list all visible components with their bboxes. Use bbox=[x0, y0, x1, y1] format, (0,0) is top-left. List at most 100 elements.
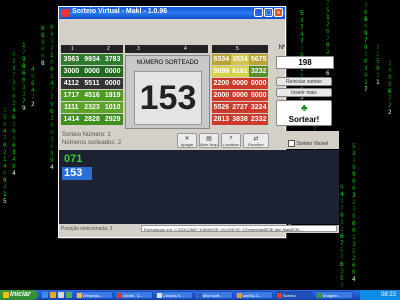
add-participants-button[interactable]: Inserir mais participantes bbox=[276, 88, 332, 105]
media-quicklaunch-icon[interactable] bbox=[66, 292, 72, 298]
taskbar: Iniciar Windows... Gmail - C... Cristina S… bbox=[0, 290, 400, 300]
grid-cell[interactable]: 6161 bbox=[230, 66, 250, 77]
grid-cell[interactable]: 9934 bbox=[81, 54, 103, 65]
grid-cell[interactable]: 3224 bbox=[249, 102, 269, 113]
grid-cell[interactable]: 1414 bbox=[61, 114, 82, 125]
matrix-glyph: 0 bbox=[364, 23, 368, 30]
drawn-number-label: NÚMERO SORTEADO bbox=[136, 60, 199, 66]
ie-quicklaunch-icon[interactable] bbox=[42, 292, 48, 298]
grid-cell[interactable]: 3232 bbox=[249, 66, 269, 77]
matrix-glyph: 3 bbox=[12, 149, 16, 156]
start-button[interactable]: Iniciar bbox=[0, 290, 38, 300]
grid-cell[interactable]: 0000 bbox=[102, 78, 124, 89]
taskbar-button[interactable]: Gmail - C... bbox=[115, 291, 153, 299]
minimize-button[interactable]: _ bbox=[254, 8, 263, 17]
grid-cell[interactable]: 2332 bbox=[249, 114, 269, 125]
grid-cell[interactable]: 3563 bbox=[61, 54, 82, 65]
matrix-glyph: 7 bbox=[300, 38, 304, 45]
taskbar-button[interactable]: Imagem... bbox=[315, 291, 353, 299]
grid-header-2: 2 bbox=[107, 46, 110, 52]
clock: 08:23 bbox=[380, 292, 396, 298]
folder-quicklaunch-icon[interactable] bbox=[50, 292, 56, 298]
grid-cell[interactable]: 0000 bbox=[102, 66, 124, 77]
grid-cell[interactable]: 5511 bbox=[81, 78, 103, 89]
matrix-glyph: 4 bbox=[31, 87, 35, 94]
task-app-icon bbox=[77, 293, 82, 298]
grid-cell[interactable]: 4516 bbox=[81, 90, 103, 101]
swap-icon: ⇄ bbox=[253, 136, 259, 142]
grid-cell[interactable]: 2929 bbox=[102, 114, 124, 125]
taskbar-button[interactable]: Microsoft... bbox=[195, 291, 233, 299]
find-button[interactable]: ⌕ Localizar bbox=[221, 133, 241, 148]
grid-cell[interactable]: 1919 bbox=[102, 90, 124, 101]
grid-cell[interactable]: 2727 bbox=[230, 102, 250, 113]
grid-row: 4112 5511 0000 bbox=[61, 78, 124, 89]
drawn-list-item[interactable]: 071 bbox=[62, 153, 84, 166]
reset-draw-button[interactable]: Reiniciar sorteio bbox=[276, 77, 332, 86]
grid-cell[interactable]: 4112 bbox=[61, 78, 82, 89]
grid-cell[interactable]: 0000 bbox=[81, 66, 103, 77]
visible-draw-checkbox[interactable] bbox=[288, 140, 295, 147]
drawn-numbers-list[interactable]: 071 153 bbox=[59, 150, 339, 224]
grid-cell[interactable]: 5675 bbox=[249, 54, 269, 65]
matrix-glyph: 7 bbox=[340, 205, 344, 212]
matrix-glyph: 9 bbox=[364, 44, 368, 51]
grid-cell[interactable]: 0000 bbox=[249, 90, 269, 101]
matrix-glyph: 7 bbox=[31, 94, 35, 101]
taskbar-button[interactable]: Sorteio bbox=[275, 291, 313, 299]
matrix-glyph: 9 bbox=[376, 65, 380, 72]
matrix-glyph: 8 bbox=[364, 16, 368, 23]
taskbar-button[interactable]: Cristina S... bbox=[155, 291, 193, 299]
taskbar-button[interactable]: smtSd-3... bbox=[235, 291, 273, 299]
grid-cell[interactable]: 1717 bbox=[61, 90, 82, 101]
grid-cell[interactable]: 3838 bbox=[230, 114, 250, 125]
matrix-glyph: 5 bbox=[326, 7, 330, 14]
grid-cell[interactable]: 1111 bbox=[61, 102, 82, 113]
grid-cell[interactable]: 2828 bbox=[81, 114, 103, 125]
grid-cell[interactable]: 3783 bbox=[102, 54, 124, 65]
desktop-quicklaunch-icon[interactable] bbox=[58, 292, 64, 298]
window-title: Sorteio Virtual - Makl - 1.0.96 bbox=[72, 8, 168, 15]
matrix-glyph: 6 bbox=[352, 220, 356, 227]
matrix-glyph: 0 bbox=[364, 58, 368, 65]
grid-cell[interactable]: 0000 bbox=[230, 78, 250, 89]
matrix-glyph: 4 bbox=[50, 80, 54, 87]
matrix-glyph: 6 bbox=[326, 70, 330, 77]
participant-grid-right: 6534 3534 5675 9099 6161 3232 2200 0000 0000 2000… bbox=[212, 54, 269, 126]
matrix-glyph: 7 bbox=[364, 37, 368, 44]
matrix-glyph: 0 bbox=[3, 170, 7, 177]
grid-cell[interactable]: 5526 bbox=[212, 102, 231, 113]
matrix-glyph: 6 bbox=[12, 142, 16, 149]
grid-cell[interactable]: 2200 bbox=[212, 78, 231, 89]
matrix-glyph: 9 bbox=[50, 157, 54, 164]
visible-draw-toggle[interactable]: Sorteio Visível bbox=[288, 140, 328, 147]
close-button[interactable]: × bbox=[274, 8, 283, 17]
grid-cell[interactable]: 0000 bbox=[249, 78, 269, 89]
grid-cell[interactable]: 3000 bbox=[61, 66, 82, 77]
grid-cell[interactable]: 2813 bbox=[212, 114, 231, 125]
drawn-list-item[interactable]: 153 bbox=[62, 167, 92, 180]
maximize-button[interactable]: □ bbox=[264, 8, 273, 17]
grid-cell[interactable]: 9099 bbox=[212, 66, 231, 77]
choose-label: Escolher bbox=[248, 142, 264, 147]
grid-cell[interactable]: 1010 bbox=[102, 102, 124, 113]
taskbar-button[interactable]: Windows... bbox=[75, 291, 113, 299]
grid-cell[interactable]: 0000 bbox=[230, 90, 250, 101]
grid-cell[interactable]: 2000 bbox=[212, 90, 231, 101]
grid-cell[interactable]: 6534 bbox=[212, 54, 231, 65]
delete-button[interactable]: ✕ Apagar bbox=[177, 133, 197, 148]
matrix-glyph: 1 bbox=[22, 42, 26, 49]
grid-cell[interactable]: 3534 bbox=[230, 54, 250, 65]
task-label: Sorteio bbox=[283, 293, 296, 298]
matrix-glyph: 9 bbox=[22, 56, 26, 63]
matrix-glyph: 9 bbox=[352, 213, 356, 220]
grid-cell[interactable]: 2323 bbox=[81, 102, 103, 113]
matrix-glyph: 2 bbox=[31, 101, 35, 108]
matrix-glyph: 6 bbox=[22, 70, 26, 77]
choose-button[interactable]: ⇄ Escolher bbox=[243, 133, 269, 148]
matrix-glyph: 7 bbox=[340, 240, 344, 247]
open-file-button[interactable]: ▤ Abrir Arquivo bbox=[199, 133, 219, 148]
draw-button[interactable]: ♣ Sortear! bbox=[276, 100, 332, 126]
matrix-glyph: 3 bbox=[352, 150, 356, 157]
matrix-glyph: 8 bbox=[12, 163, 16, 170]
